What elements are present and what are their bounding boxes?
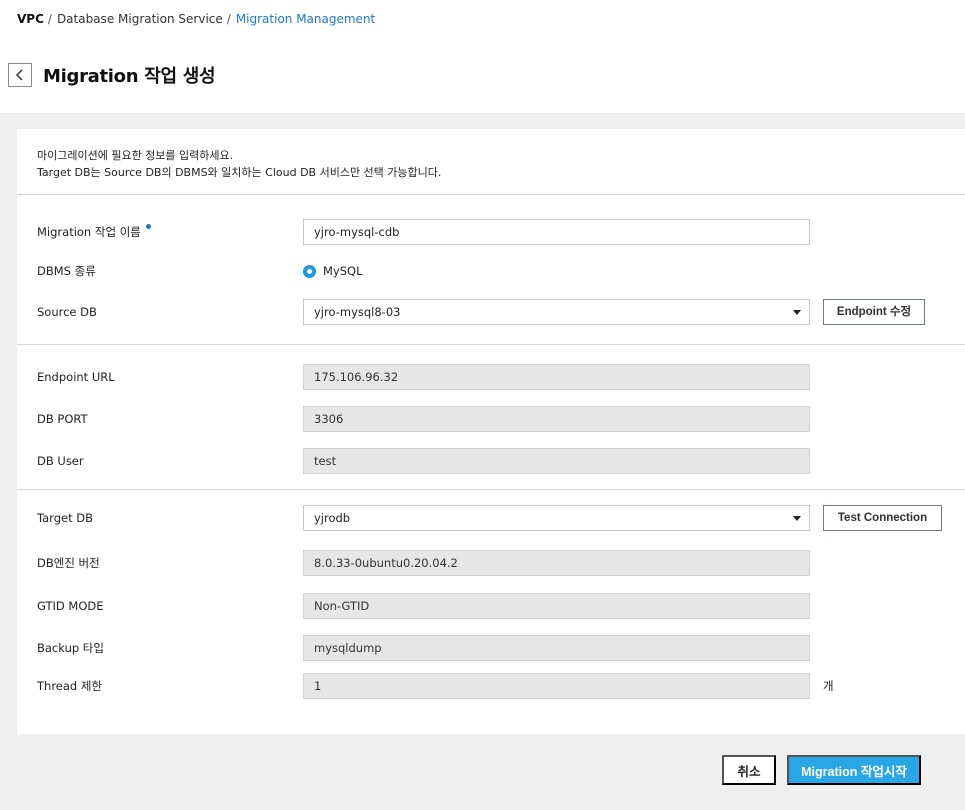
dbms-mysql-label: MySQL (323, 264, 363, 278)
page-header: Migration 작업 생성 (8, 62, 216, 88)
engine-version-label: DB엔진 버전 (37, 556, 100, 570)
migration-form-panel: 마이그레이션에 필요한 정보를 입력하세요. Target DB는 Source… (17, 129, 965, 734)
source-db-value: yjro-mysql8-03 (314, 305, 401, 319)
dbms-type-label: DBMS 종류 (37, 264, 96, 278)
target-db-select[interactable]: yjrodb (303, 505, 810, 531)
thread-limit-row: Thread 제한 1 개 (17, 673, 965, 699)
divider (17, 194, 965, 195)
required-indicator (145, 224, 151, 229)
test-connection-button[interactable]: Test Connection (823, 505, 942, 531)
db-port-field: 3306 (303, 406, 810, 432)
task-name-label: Migration 작업 이름 (37, 219, 151, 245)
dbms-mysql-radio[interactable]: MySQL (303, 258, 363, 284)
backup-type-field: mysqldump (303, 635, 810, 661)
notice-line-2: Target DB는 Source DB의 DBMS와 일치하는 Cloud D… (37, 166, 442, 179)
thread-limit-unit: 개 (823, 679, 834, 693)
target-db-value: yjrodb (314, 511, 351, 525)
db-user-row: DB User test (17, 448, 965, 474)
back-button[interactable] (8, 63, 32, 87)
backup-type-label: Backup 타입 (37, 641, 104, 655)
thread-limit-field: 1 (303, 673, 810, 699)
db-port-row: DB PORT 3306 (17, 406, 965, 432)
cancel-button[interactable]: 취소 (722, 755, 776, 785)
task-name-row: Migration 작업 이름 yjro-mysql-cdb (17, 219, 965, 245)
backup-type-row: Backup 타입 mysqldump (17, 635, 965, 661)
start-migration-button[interactable]: Migration 작업시작 (787, 755, 921, 785)
form-notice: 마이그레이션에 필요한 정보를 입력하세요. Target DB는 Source… (37, 147, 441, 181)
breadcrumb-migration-management[interactable]: Migration Management (236, 12, 375, 26)
target-db-row: Target DB yjrodb Test Connection (17, 505, 965, 531)
thread-limit-label: Thread 제한 (37, 679, 103, 693)
db-port-label: DB PORT (37, 412, 88, 426)
engine-version-field: 8.0.33-0ubuntu0.20.04.2 (303, 550, 810, 576)
gtid-mode-field: Non-GTID (303, 593, 810, 619)
breadcrumb-vpc[interactable]: VPC (17, 12, 44, 26)
db-user-field: test (303, 448, 810, 474)
source-db-row: Source DB yjro-mysql8-03 Endpoint 수정 (17, 299, 965, 325)
engine-version-row: DB엔진 버전 8.0.33-0ubuntu0.20.04.2 (17, 550, 965, 576)
dbms-type-row: DBMS 종류 MySQL (17, 258, 965, 284)
breadcrumb: VPC / Database Migration Service / Migra… (17, 12, 375, 26)
edit-endpoint-button[interactable]: Endpoint 수정 (823, 299, 925, 325)
breadcrumb-separator: / (226, 12, 231, 26)
notice-line-1: 마이그레이션에 필요한 정보를 입력하세요. (37, 149, 234, 162)
radio-selected-icon[interactable] (303, 264, 316, 278)
divider (17, 344, 965, 345)
endpoint-url-field: 175.106.96.32 (303, 364, 810, 390)
caret-down-icon (793, 310, 801, 315)
gtid-mode-label: GTID MODE (37, 599, 104, 613)
breadcrumb-dms[interactable]: Database Migration Service (57, 12, 223, 26)
source-db-select[interactable]: yjro-mysql8-03 (303, 299, 810, 325)
divider (17, 489, 965, 490)
task-name-input[interactable]: yjro-mysql-cdb (303, 219, 810, 245)
db-user-label: DB User (37, 454, 84, 468)
gtid-mode-row: GTID MODE Non-GTID (17, 593, 965, 619)
caret-down-icon (793, 516, 801, 521)
target-db-label: Target DB (37, 511, 93, 525)
endpoint-url-label: Endpoint URL (37, 370, 115, 384)
breadcrumb-separator: / (47, 12, 52, 26)
chevron-left-icon (15, 69, 23, 81)
endpoint-url-row: Endpoint URL 175.106.96.32 (17, 364, 965, 390)
source-db-label: Source DB (37, 305, 97, 319)
page-title: Migration 작업 생성 (43, 66, 216, 87)
